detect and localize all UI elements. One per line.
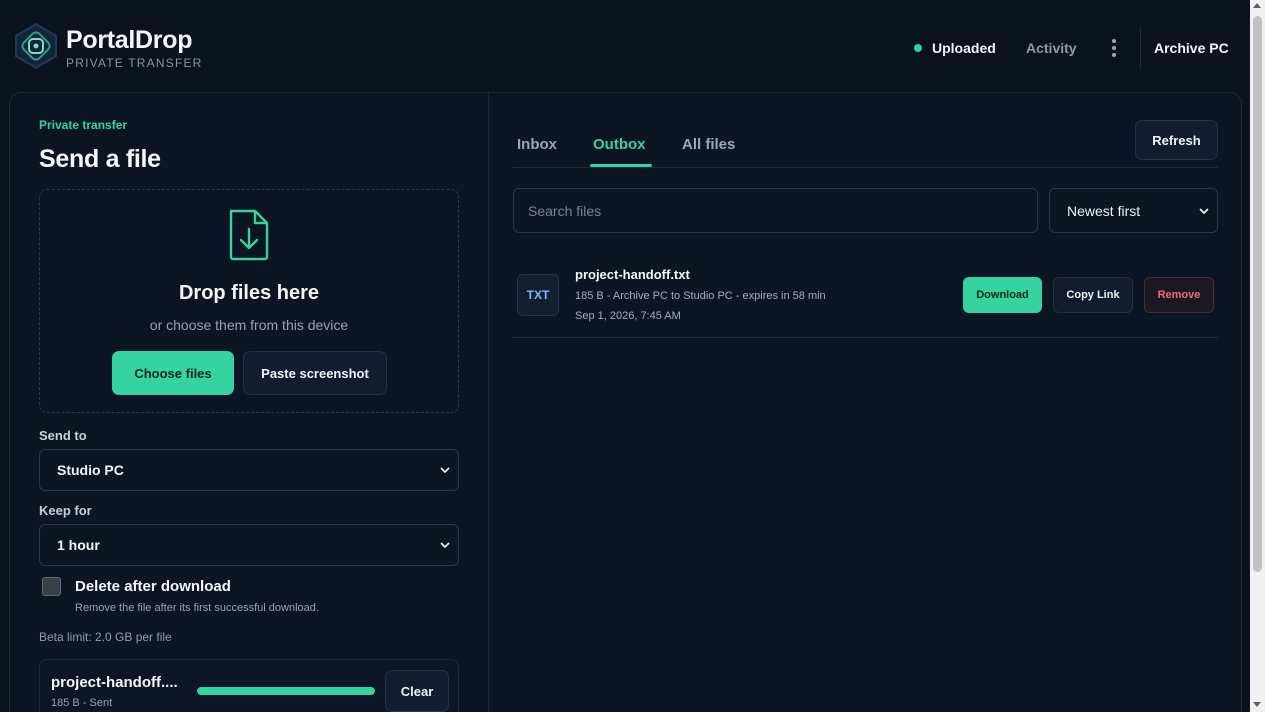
search-input[interactable] bbox=[513, 188, 1038, 233]
status-dot-icon bbox=[914, 44, 922, 52]
send-title: Send a file bbox=[39, 145, 161, 173]
file-meta: 185 B - Archive PC to Studio PC - expire… bbox=[575, 290, 826, 302]
keep-for-select[interactable]: 1 hour bbox=[39, 524, 459, 566]
active-tab-indicator bbox=[590, 164, 652, 167]
sort-value: Newest first bbox=[1067, 202, 1141, 219]
delete-after-download-label[interactable]: Delete after download bbox=[75, 578, 231, 595]
chevron-down-icon bbox=[440, 467, 450, 473]
app-header: PortalDrop PRIVATE TRANSFER Uploaded Act… bbox=[0, 0, 1250, 92]
dropzone[interactable]: Drop files here or choose them from this… bbox=[39, 189, 459, 413]
tab-inbox[interactable]: Inbox bbox=[517, 136, 557, 153]
page: PortalDrop PRIVATE TRANSFER Uploaded Act… bbox=[0, 0, 1265, 712]
tab-outbox[interactable]: Outbox bbox=[593, 136, 646, 153]
dropzone-subtitle: or choose them from this device bbox=[149, 317, 349, 333]
file-type-badge: TXT bbox=[517, 274, 559, 316]
file-date: Sep 1, 2026, 7:45 AM bbox=[575, 310, 681, 322]
file-name: project-handoff.txt bbox=[575, 267, 690, 282]
device-name[interactable]: Archive PC bbox=[1154, 40, 1229, 56]
send-eyebrow: Private transfer bbox=[39, 118, 128, 132]
scroll-down-arrow-icon[interactable] bbox=[1253, 702, 1261, 707]
scroll-up-arrow-icon[interactable] bbox=[1253, 3, 1261, 8]
send-to-label: Send to bbox=[39, 428, 87, 443]
status-label: Uploaded bbox=[932, 40, 996, 56]
copy-link-button[interactable]: Copy Link bbox=[1053, 277, 1133, 313]
clear-button[interactable]: Clear bbox=[385, 670, 449, 712]
delete-after-download-checkbox[interactable] bbox=[42, 577, 61, 596]
keep-for-value: 1 hour bbox=[57, 537, 100, 553]
dropzone-title: Drop files here bbox=[178, 282, 320, 304]
files-tabs: Inbox Outbox All files bbox=[513, 120, 1218, 168]
page-scrollbar[interactable] bbox=[1250, 0, 1265, 712]
upload-progress-fill bbox=[197, 687, 375, 695]
scroll-thumb[interactable] bbox=[1253, 16, 1262, 572]
upload-progress-bar bbox=[197, 687, 375, 695]
beta-limit-note: Beta limit: 2.0 GB per file bbox=[39, 630, 172, 644]
brand-name: PortalDrop bbox=[66, 26, 193, 54]
column-divider bbox=[488, 93, 489, 712]
remove-button[interactable]: Remove bbox=[1144, 277, 1214, 313]
status-indicator: Uploaded bbox=[914, 40, 996, 56]
upload-meta: 185 B - Sent bbox=[51, 697, 113, 709]
upload-file-name: project-handoff.... bbox=[51, 674, 178, 691]
upload-item: project-handoff.... 185 B - Sent Clear bbox=[39, 659, 459, 712]
paste-screenshot-button[interactable]: Paste screenshot bbox=[243, 351, 387, 395]
tab-all-files[interactable]: All files bbox=[682, 136, 735, 153]
keep-for-label: Keep for bbox=[39, 503, 92, 518]
send-to-select[interactable]: Studio PC bbox=[39, 449, 459, 491]
download-button[interactable]: Download bbox=[963, 277, 1042, 313]
brand-tagline: PRIVATE TRANSFER bbox=[66, 56, 203, 70]
chevron-down-icon bbox=[440, 542, 450, 548]
activity-link[interactable]: Activity bbox=[1026, 40, 1077, 56]
send-to-value: Studio PC bbox=[57, 462, 124, 478]
refresh-button[interactable]: Refresh bbox=[1135, 120, 1218, 160]
portaldrop-logo-icon bbox=[12, 22, 60, 70]
file-download-icon bbox=[225, 207, 273, 263]
choose-files-button[interactable]: Choose files bbox=[112, 351, 234, 395]
chevron-down-icon bbox=[1199, 208, 1209, 214]
header-divider bbox=[1140, 28, 1141, 68]
more-vertical-icon[interactable] bbox=[1104, 36, 1124, 60]
file-row: TXT project-handoff.txt 185 B - Archive … bbox=[513, 258, 1218, 338]
sort-select[interactable]: Newest first bbox=[1049, 188, 1218, 233]
delete-after-download-help: Remove the file after its first successf… bbox=[75, 602, 319, 614]
